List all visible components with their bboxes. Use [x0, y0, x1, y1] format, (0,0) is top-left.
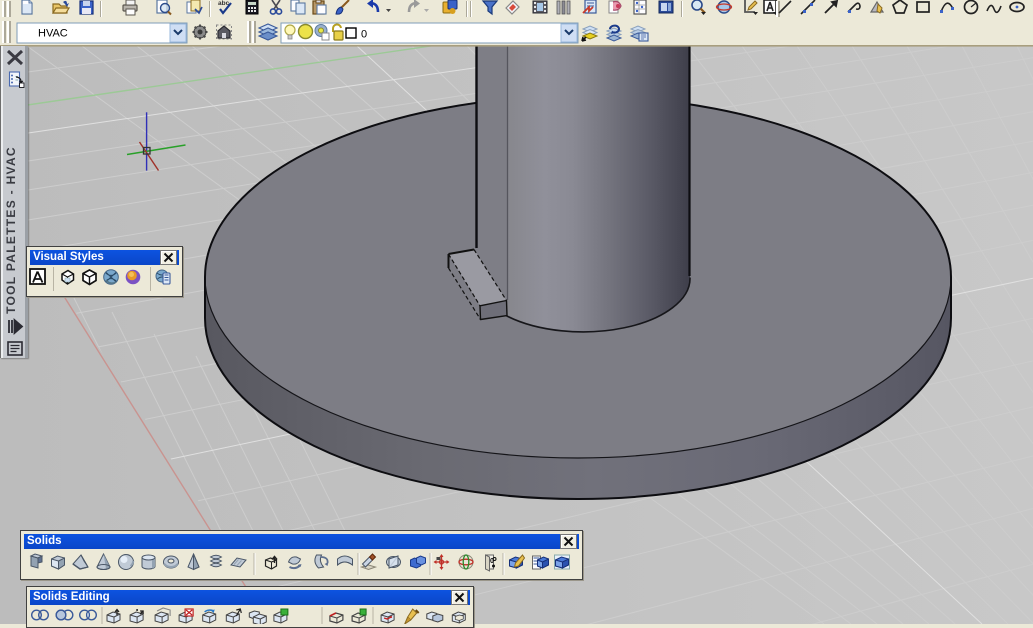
svg-text:HVAC: HVAC: [38, 28, 68, 40]
svg-text:0: 0: [361, 29, 367, 41]
